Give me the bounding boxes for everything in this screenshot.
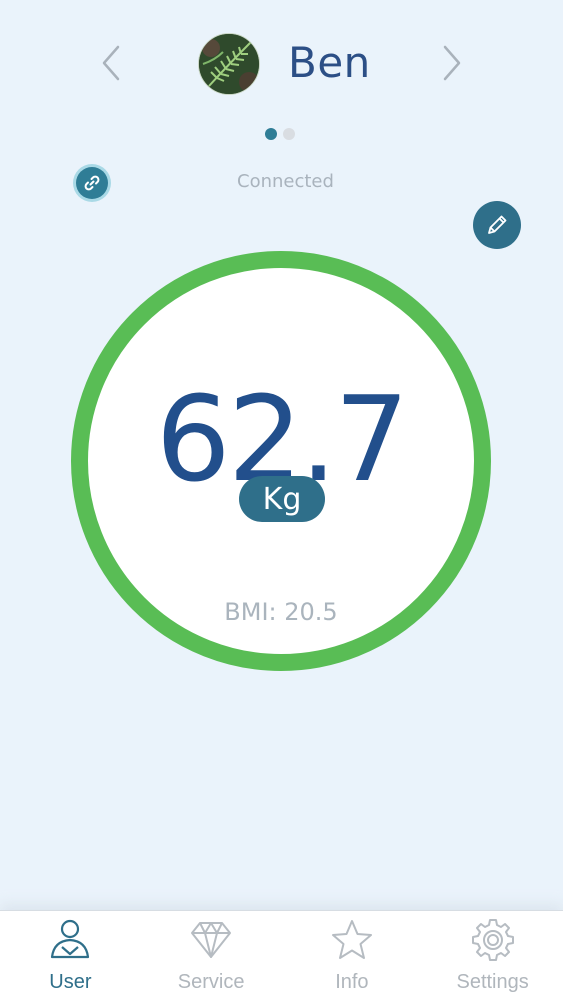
unit-toggle[interactable]: Kg <box>239 476 325 522</box>
link-button[interactable] <box>76 167 108 199</box>
diamond-icon <box>191 922 232 958</box>
tab-settings-label: Settings <box>456 971 529 993</box>
user-avatar[interactable] <box>198 33 260 95</box>
previous-user-button[interactable] <box>96 42 126 84</box>
page-dot-active[interactable] <box>265 128 277 140</box>
tab-user-label: User <box>49 971 92 993</box>
tab-info[interactable]: Info <box>282 911 423 1001</box>
chevron-left-icon <box>102 45 120 81</box>
gear-icon <box>471 919 514 961</box>
tab-info-label: Info <box>335 971 369 993</box>
user-icon <box>51 919 90 959</box>
bmi-value: BMI: 20.5 <box>224 598 338 626</box>
edit-button[interactable] <box>473 201 521 249</box>
tab-service[interactable]: Service <box>141 911 282 1001</box>
user-name: Ben <box>288 38 371 87</box>
link-icon <box>84 175 100 191</box>
pencil-icon <box>488 215 507 234</box>
tab-user[interactable]: User <box>0 911 141 1001</box>
connection-status: Connected <box>237 171 334 192</box>
page-dot[interactable] <box>283 128 295 140</box>
main-screen: Ben Connected 62.7 Kg BMI: 20.5 <box>0 0 563 910</box>
tab-settings[interactable]: Settings <box>422 911 563 1001</box>
chevron-right-icon <box>443 45 461 81</box>
weight-gauge: 62.7 Kg BMI: 20.5 <box>71 251 491 671</box>
next-user-button[interactable] <box>437 42 467 84</box>
star-icon <box>331 920 372 959</box>
fern-photo-avatar <box>199 34 259 94</box>
tab-service-label: Service <box>177 971 245 993</box>
page-indicator <box>265 128 295 140</box>
tab-bar: User Service Info Settings <box>0 910 563 1001</box>
